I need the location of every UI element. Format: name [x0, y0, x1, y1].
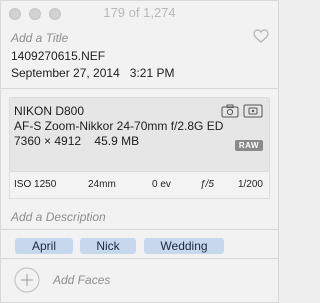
- date-time: September 27, 2014 3:21 PM: [11, 66, 268, 81]
- title-bar: 179 of 1,274: [1, 1, 278, 25]
- description-placeholder: Add a Description: [11, 210, 106, 224]
- divider: [1, 229, 278, 230]
- description-field[interactable]: Add a Description: [1, 205, 278, 229]
- keyword-tag[interactable]: April: [15, 238, 73, 254]
- camera-wb-icon: [221, 104, 239, 118]
- camera-icons: [221, 104, 263, 118]
- file-size: 45.9 MB: [94, 134, 140, 148]
- keywords-row: April Nick Wedding: [1, 234, 278, 258]
- exposure-bias-value: 0 ev: [152, 179, 171, 190]
- camera-info-panel: NIKON D800 AF-S Zoom-Nikkor 24-70mm f/2.…: [9, 97, 270, 172]
- metering-icon: [243, 104, 263, 118]
- keyword-tag[interactable]: Nick: [80, 238, 136, 254]
- aperture-value: ƒ/5: [200, 179, 214, 190]
- keyword-tag[interactable]: Wedding: [144, 238, 224, 254]
- capture-date: September 27, 2014: [11, 66, 120, 80]
- image-dimensions: 7360 × 4912: [14, 134, 82, 148]
- filename: 1409270615.NEF: [11, 49, 106, 63]
- raw-format-badge: RAW: [234, 140, 263, 151]
- add-face-plus-icon[interactable]: [14, 267, 40, 293]
- divider: [1, 88, 278, 89]
- add-faces-label[interactable]: Add Faces: [53, 273, 110, 287]
- lens-model: AF-S Zoom-Nikkor 24-70mm f/2.8G ED: [14, 119, 224, 133]
- capture-time: 3:21 PM: [129, 66, 175, 80]
- exposure-info-row: ISO 1250 24mm 0 ev ƒ/5 1/200: [9, 172, 270, 199]
- shutter-speed-value: 1/200: [237, 179, 263, 190]
- photo-info-window: 179 of 1,274 Add a Title 1409270615.NEF …: [0, 0, 279, 303]
- focal-length-value: 24mm: [88, 179, 116, 190]
- faces-row: Add Faces: [1, 259, 278, 301]
- favorite-heart-icon[interactable]: [253, 29, 269, 43]
- photo-header: Add a Title 1409270615.NEF September 27,…: [1, 25, 278, 88]
- image-dimensions-row: 7360 × 4912 45.9 MB: [14, 134, 265, 149]
- photo-counter: 179 of 1,274: [103, 5, 176, 20]
- iso-value: ISO 1250: [14, 179, 57, 190]
- title-field[interactable]: Add a Title: [11, 31, 268, 46]
